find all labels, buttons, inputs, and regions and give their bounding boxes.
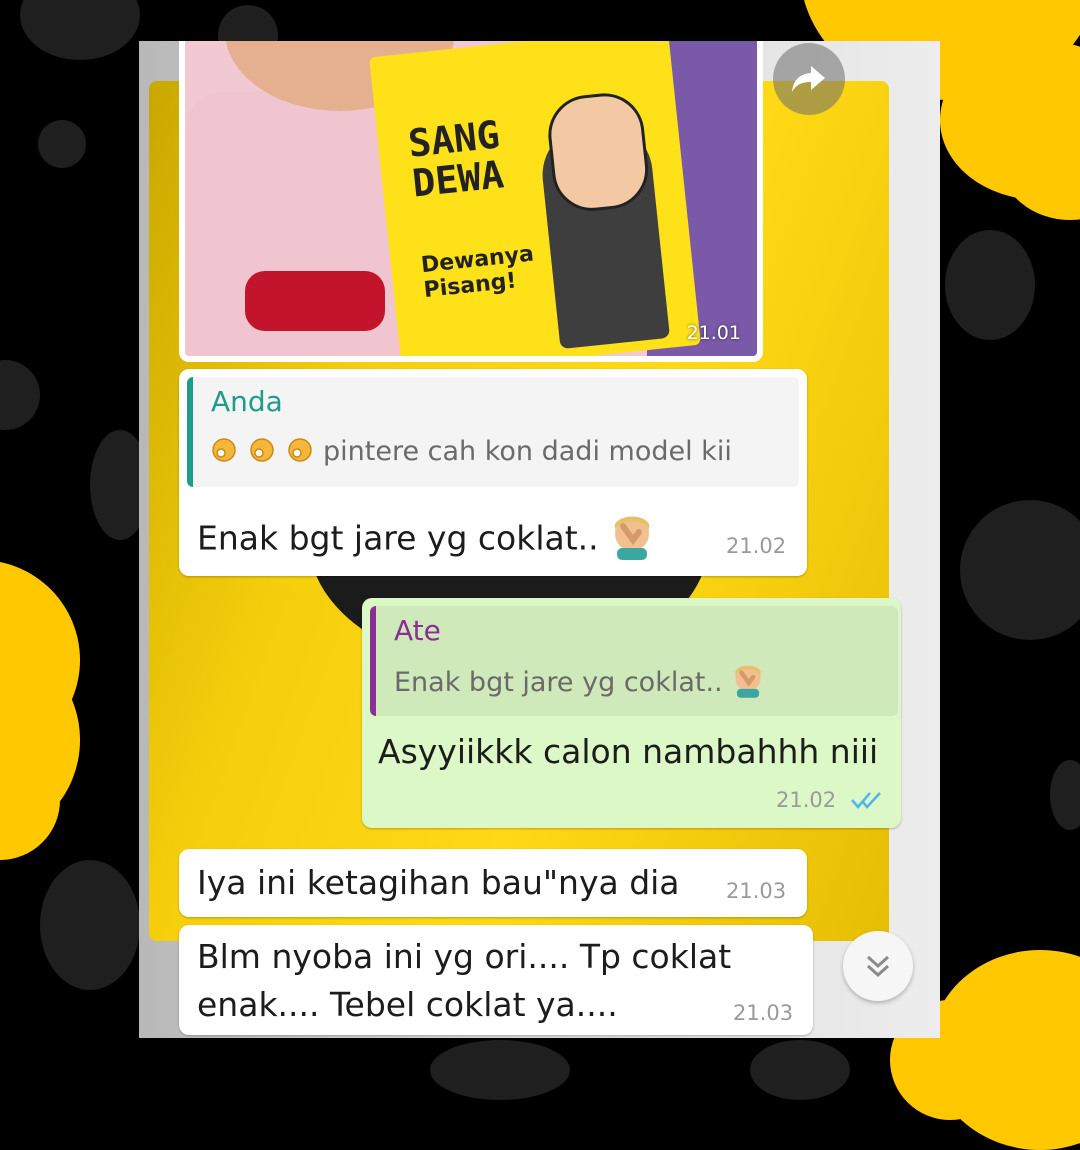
message-bubble-outgoing[interactable]: Ate Enak bgt jare yg coklat.. Asyyiikkk … <box>362 598 901 828</box>
quote-author: Ate <box>394 614 441 647</box>
message-text: Asyyiikkk calon nambahhh niii <box>378 732 879 771</box>
quote-text-content: pintere cah kon dadi model kii <box>323 436 732 467</box>
message-text: Enak bgt jare yg coklat.. <box>197 512 655 568</box>
message-text: Iya ini ketagihan bau"nya dia <box>197 863 680 902</box>
photo-timestamp: 21.01 <box>686 322 741 344</box>
message-timestamp: 21.03 <box>733 1001 794 1025</box>
photo-bow <box>245 271 385 331</box>
reply-quote[interactable]: Anda pintere cah kon dadi model kii <box>187 377 799 487</box>
reply-quote[interactable]: Ate Enak bgt jare yg coklat.. <box>370 606 898 716</box>
message-text-line-2: enak.... Tebel coklat ya.... <box>197 985 618 1024</box>
ok-hand-emoji <box>211 433 323 472</box>
message-timestamp: 21.03 <box>726 879 787 903</box>
message-bubble-incoming[interactable]: Iya ini ketagihan bau"nya dia 21.03 <box>179 849 807 917</box>
quote-text: pintere cah kon dadi model kii <box>211 433 732 472</box>
photo-message[interactable]: SANG DEWA Dewanya Pisang! 21.01 <box>179 41 763 362</box>
pack-title: SANG DEWA <box>406 112 506 206</box>
scroll-to-bottom-button[interactable] <box>843 931 913 1001</box>
facepalm-emoji <box>731 662 765 705</box>
message-bubble-incoming[interactable]: Anda pintere cah kon dadi model kii Enak… <box>179 369 807 576</box>
chevron-double-down-icon <box>866 955 890 978</box>
chat-screenshot: SANG DEWA Dewanya Pisang! 21.01 Anda pin… <box>139 41 940 1038</box>
message-text-content: Enak bgt jare yg coklat.. <box>197 518 599 558</box>
message-timestamp: 21.02 <box>776 788 837 812</box>
quote-text-content: Enak bgt jare yg coklat.. <box>394 667 723 698</box>
snack-pack: SANG DEWA Dewanya Pisang! <box>369 41 701 356</box>
quote-text: Enak bgt jare yg coklat.. <box>394 662 765 705</box>
quote-author: Anda <box>211 385 283 418</box>
pack-illustration-face <box>544 89 653 215</box>
forward-icon <box>792 66 825 92</box>
double-check-icon <box>851 792 881 809</box>
message-text-line-1: Blm nyoba ini yg ori.... Tp coklat <box>197 937 732 976</box>
forward-button[interactable] <box>773 43 845 115</box>
facepalm-emoji <box>609 512 655 568</box>
message-timestamp: 21.02 <box>726 534 787 558</box>
message-bubble-incoming[interactable]: Blm nyoba ini yg ori.... Tp coklat enak.… <box>179 925 813 1035</box>
pack-tagline: Dewanya Pisang! <box>419 241 536 304</box>
